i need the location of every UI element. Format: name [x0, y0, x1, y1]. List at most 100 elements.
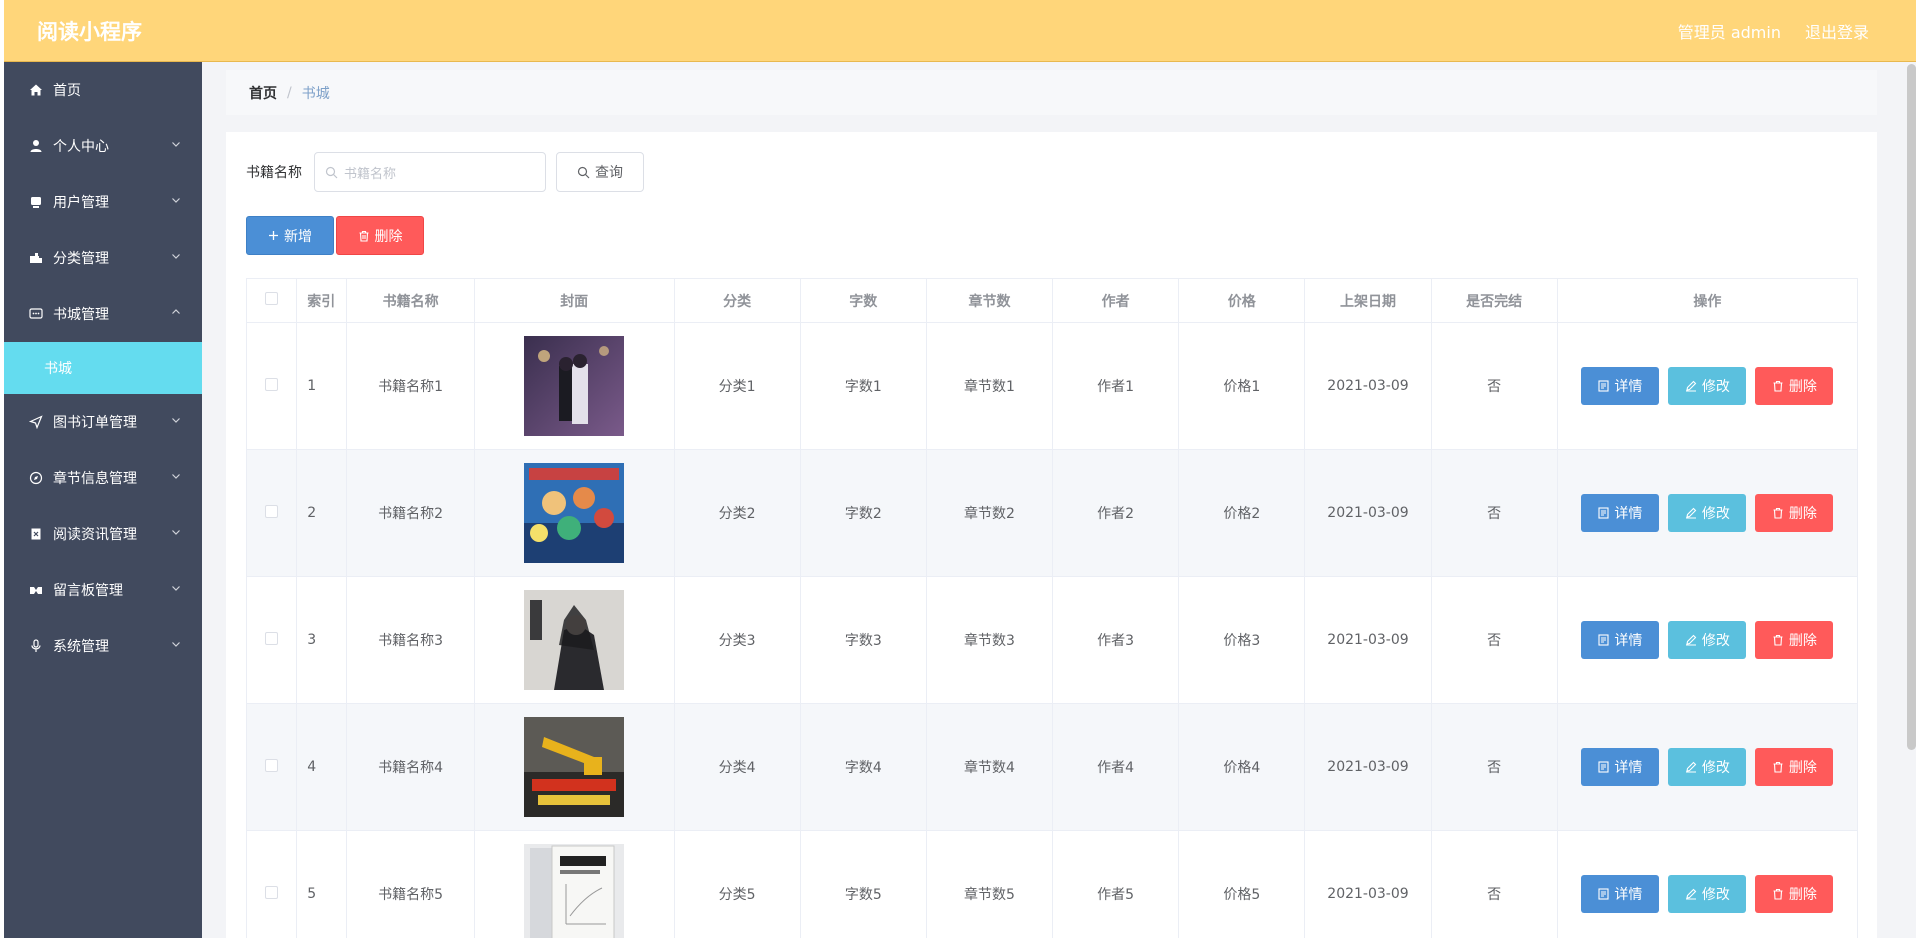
cell-name: 书籍名称5 — [346, 830, 475, 938]
row-select-cell — [245, 576, 298, 704]
trash-icon — [1773, 380, 1783, 392]
books-table: 索引 书籍名称 封面 分类 字数 章节数 作者 价格 上架日期 是否完结 操作 — [245, 278, 1859, 938]
cell-date: 2021-03-09 — [1304, 830, 1432, 938]
table-row: 1 书籍名称1 分类1 字数1 章节数1 作者1 价格1 2021-03-09 … — [245, 322, 1859, 450]
edit-button[interactable]: 修改 — [1668, 494, 1747, 532]
column-header-date: 上架日期 — [1304, 278, 1432, 323]
column-header-actions: 操作 — [1556, 278, 1859, 323]
search-icon — [577, 166, 590, 178]
page-scrollbar[interactable] — [1907, 64, 1916, 750]
detail-label: 详情 — [1614, 506, 1643, 522]
cell-name: 书籍名称2 — [346, 449, 475, 577]
cell-cover — [473, 576, 675, 704]
column-header-name: 书籍名称 — [346, 278, 475, 323]
sidebar-subitem-bookstore[interactable]: 书城 — [4, 342, 202, 394]
cell-date: 2021-03-09 — [1304, 322, 1432, 450]
cell-index: 5 — [296, 830, 348, 938]
logout-link[interactable]: 退出登录 — [1805, 19, 1869, 43]
table-header-row: 索引 书籍名称 封面 分类 字数 章节数 作者 价格 上架日期 是否完结 操作 — [245, 278, 1859, 323]
select-all-cell[interactable] — [245, 278, 298, 323]
detail-button[interactable]: 详情 — [1581, 367, 1660, 405]
column-header-price: 价格 — [1178, 278, 1306, 323]
chevron-down-icon — [172, 418, 180, 423]
batch-delete-label: 删除 — [374, 228, 403, 245]
sidebar-item-label: 图书订单管理 — [53, 415, 137, 431]
cell-index: 3 — [296, 576, 348, 704]
column-header-finished: 是否完结 — [1430, 278, 1558, 323]
sidebar-item-system[interactable]: 系统管理 — [4, 618, 202, 674]
cell-finished: 否 — [1430, 322, 1558, 450]
top-bar: 阅读小程序 管理员 admin 退出登录 — [4, 0, 1916, 62]
search-button[interactable]: 查询 — [556, 152, 644, 192]
sidebar-item-chapters[interactable]: 章节信息管理 — [4, 450, 202, 506]
edit-label: 修改 — [1701, 887, 1730, 903]
header-actions: 管理员 admin 退出登录 — [1678, 19, 1869, 43]
select-all-checkbox[interactable] — [265, 292, 279, 305]
pencil-icon — [1685, 888, 1697, 900]
edit-button[interactable]: 修改 — [1668, 367, 1747, 405]
add-button[interactable]: 新增 — [246, 216, 334, 255]
detail-button[interactable]: 详情 — [1581, 621, 1660, 659]
chevron-down-icon — [172, 254, 180, 259]
cell-price: 价格5 — [1178, 830, 1306, 938]
sidebar-item-bookstore[interactable]: 书城管理 — [4, 286, 202, 342]
cell-actions: 详情 修改 删除 — [1556, 449, 1859, 577]
cell-finished: 否 — [1430, 576, 1558, 704]
cell-finished: 否 — [1430, 449, 1558, 577]
delete-button[interactable]: 删除 — [1755, 494, 1834, 532]
batch-delete-button[interactable]: 删除 — [336, 216, 424, 255]
row-checkbox[interactable] — [265, 504, 279, 518]
sidebar: 首页 个人中心 用户管理 分类管理 书城管理 书城 图书订单管理 章节信息管理 … — [4, 62, 202, 938]
chevron-down-icon — [172, 586, 180, 591]
detail-label: 详情 — [1614, 379, 1643, 395]
pencil-icon — [1685, 761, 1697, 773]
delete-button[interactable]: 删除 — [1755, 621, 1834, 659]
book-cover-image — [524, 844, 625, 938]
cell-author: 作者5 — [1052, 830, 1180, 938]
sidebar-item-users[interactable]: 用户管理 — [4, 174, 202, 230]
detail-button[interactable]: 详情 — [1581, 748, 1660, 786]
sidebar-item-category[interactable]: 分类管理 — [4, 230, 202, 286]
sidebar-item-home[interactable]: 首页 — [4, 62, 202, 118]
sidebar-item-label: 章节信息管理 — [53, 471, 137, 487]
admin-user-link[interactable]: 管理员 admin — [1678, 19, 1781, 43]
cell-name: 书籍名称1 — [346, 322, 475, 450]
row-checkbox[interactable] — [265, 758, 279, 772]
chevron-down-icon — [172, 142, 180, 147]
cell-words: 字数1 — [799, 322, 927, 450]
edit-button[interactable]: 修改 — [1668, 748, 1747, 786]
search-input[interactable]: 书籍名称 — [314, 152, 546, 192]
delete-button[interactable]: 删除 — [1755, 748, 1834, 786]
sidebar-item-news[interactable]: 阅读资讯管理 — [4, 506, 202, 562]
edit-button[interactable]: 修改 — [1668, 875, 1747, 913]
breadcrumb-home[interactable]: 首页 — [249, 83, 277, 103]
delete-button[interactable]: 删除 — [1755, 875, 1834, 913]
cell-category: 分类1 — [673, 322, 801, 450]
cell-index: 2 — [296, 449, 348, 577]
sidebar-item-label: 书城管理 — [53, 307, 109, 323]
row-checkbox[interactable] — [265, 631, 279, 645]
document-icon — [1598, 507, 1609, 519]
breadcrumb-separator: / — [287, 84, 292, 101]
edit-button[interactable]: 修改 — [1668, 621, 1747, 659]
delete-button[interactable]: 删除 — [1755, 367, 1834, 405]
chat-icon — [28, 306, 44, 322]
user-icon — [28, 138, 44, 154]
sidebar-item-profile[interactable]: 个人中心 — [4, 118, 202, 174]
edit-label: 修改 — [1701, 760, 1730, 776]
detail-label: 详情 — [1614, 633, 1643, 649]
cell-words: 字数2 — [799, 449, 927, 577]
detail-button[interactable]: 详情 — [1581, 875, 1660, 913]
column-header-index: 索引 — [296, 278, 348, 323]
document-icon — [1598, 761, 1609, 773]
sidebar-item-messages[interactable]: 留言板管理 — [4, 562, 202, 618]
main-content: 首页 / 书城 书籍名称 书籍名称 查询 新增 删除 索引 书籍名称 封面 分类… — [202, 62, 1916, 938]
detail-button[interactable]: 详情 — [1581, 494, 1660, 532]
delete-label: 删除 — [1788, 633, 1817, 649]
sidebar-item-orders[interactable]: 图书订单管理 — [4, 394, 202, 450]
chevron-down-icon — [172, 530, 180, 535]
row-checkbox[interactable] — [265, 377, 279, 391]
cell-cover — [473, 322, 675, 450]
cell-category: 分类5 — [673, 830, 801, 938]
row-checkbox[interactable] — [265, 885, 279, 899]
